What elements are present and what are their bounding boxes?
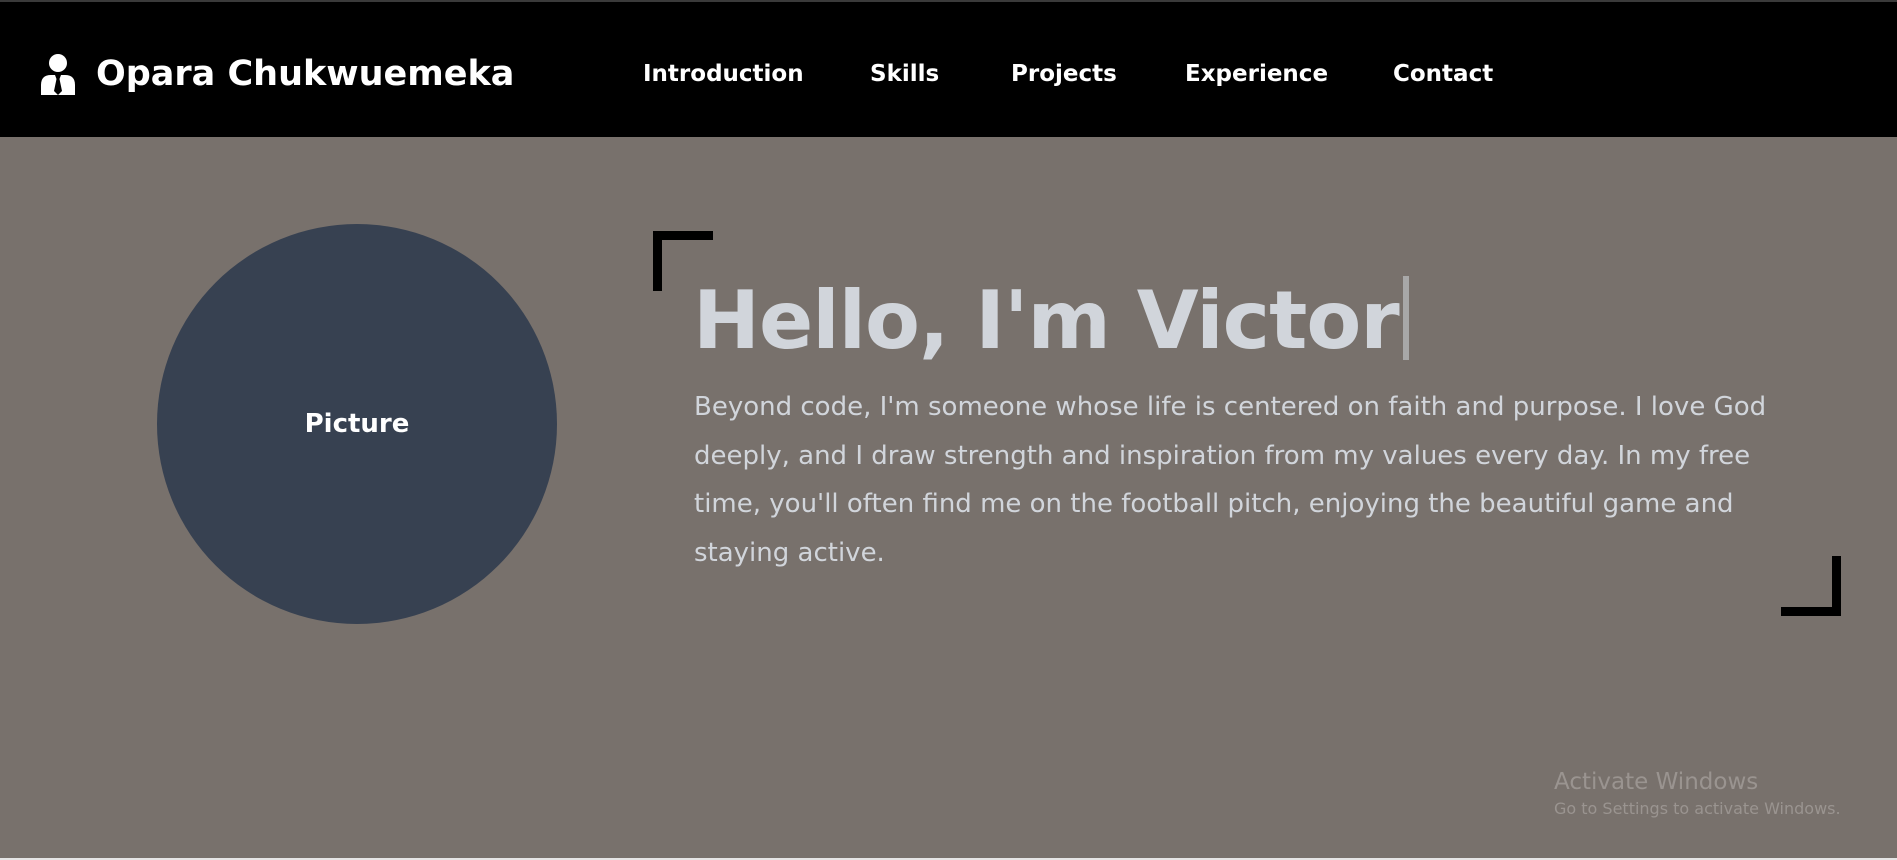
hero-section: Picture Hello, I'm Victor Beyond code, I… bbox=[0, 137, 1897, 860]
nav-link-experience[interactable]: Experience bbox=[1185, 54, 1328, 94]
nav-link-skills[interactable]: Skills bbox=[870, 54, 939, 94]
picture-label: Picture bbox=[304, 409, 410, 439]
hero-headline: Hello, I'm Victor bbox=[693, 271, 1409, 371]
nav-link-introduction[interactable]: Introduction bbox=[643, 54, 804, 94]
profile-picture-placeholder: Picture bbox=[157, 224, 557, 624]
page: Opara Chukwuemeka Introduction Skills Pr… bbox=[0, 0, 1897, 860]
watermark-title: Activate Windows bbox=[1554, 769, 1759, 795]
corner-bracket-bottom-right bbox=[1781, 556, 1841, 616]
watermark-subtitle: Go to Settings to activate Windows. bbox=[1554, 799, 1841, 818]
brand-name: Opara Chukwuemeka bbox=[96, 54, 515, 94]
hero-bio: Beyond code, I'm someone whose life is c… bbox=[694, 392, 1767, 568]
navbar: Opara Chukwuemeka Introduction Skills Pr… bbox=[0, 0, 1897, 137]
brand[interactable]: Opara Chukwuemeka bbox=[40, 50, 514, 98]
user-tie-icon bbox=[41, 54, 75, 95]
typing-cursor bbox=[1402, 276, 1409, 360]
nav-link-contact[interactable]: Contact bbox=[1393, 54, 1493, 94]
headline-text: Hello, I'm Victor bbox=[693, 274, 1400, 367]
windows-activation-watermark: Activate Windows Go to Settings to activ… bbox=[1554, 767, 1841, 821]
nav-link-projects[interactable]: Projects bbox=[1011, 54, 1117, 94]
